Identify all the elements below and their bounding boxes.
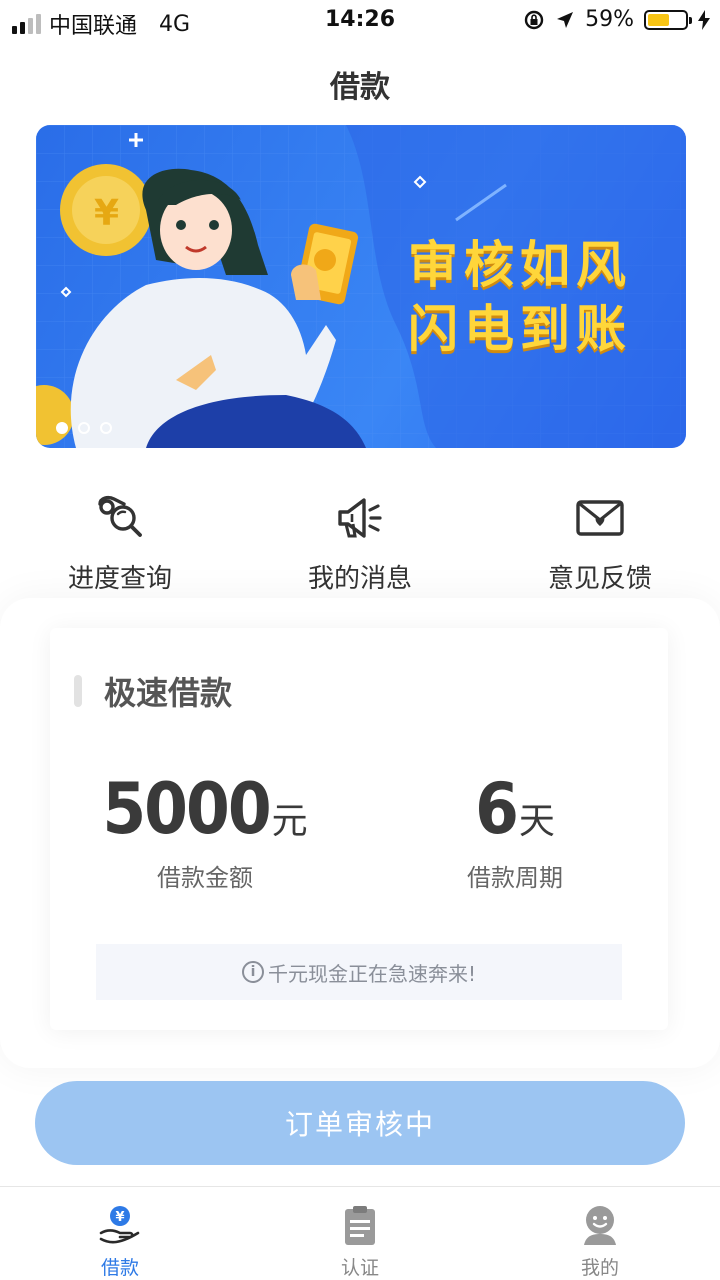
user-face-icon xyxy=(584,1206,616,1245)
loan-card-title: 极速借款 xyxy=(104,674,233,712)
megaphone-icon xyxy=(332,490,388,546)
loan-period: 6 天 借款周期 xyxy=(435,768,595,893)
location-arrow-icon xyxy=(557,11,574,28)
tab-mine[interactable]: 我的 xyxy=(480,1187,720,1280)
carousel-dots xyxy=(56,422,112,434)
order-review-button[interactable]: 订单审核中 xyxy=(35,1081,685,1165)
loan-period-unit: 天 xyxy=(518,801,555,842)
title-accent-bar xyxy=(74,675,82,707)
quick-action-label: 我的消息 xyxy=(307,564,412,594)
carousel-dot[interactable] xyxy=(78,422,90,434)
tab-verify[interactable]: 认证 xyxy=(240,1187,480,1280)
battery-icon xyxy=(644,9,692,30)
svg-text:¥: ¥ xyxy=(116,1210,125,1225)
tab-label: 我的 xyxy=(580,1257,619,1279)
banner-headline-line1: 审核如风 xyxy=(408,236,632,294)
charging-bolt-icon xyxy=(698,9,710,30)
loan-card: 极速借款 5000 元 借款金额 6 天 借款周期 i 千元现金正在急速奔来! xyxy=(50,628,668,1030)
tab-label: 借款 xyxy=(100,1257,139,1279)
rotation-lock-icon xyxy=(524,10,544,29)
quick-action-progress[interactable]: 进度查询 xyxy=(0,490,240,595)
battery-percent: 59% xyxy=(585,7,634,32)
clipboard-icon xyxy=(345,1206,375,1245)
loan-notice: i 千元现金正在急速奔来! xyxy=(96,944,622,1000)
loan-amount: 5000 元 借款金额 xyxy=(102,768,307,893)
hand-coin-icon: ¥ xyxy=(99,1206,140,1244)
banner-headline: 审核如风 闪电到账 xyxy=(408,233,668,361)
loan-amount-value: 5000 xyxy=(102,768,271,850)
status-right: 59% xyxy=(523,7,710,32)
quick-action-label: 进度查询 xyxy=(67,564,172,594)
loan-card-header: 极速借款 xyxy=(74,668,232,714)
quick-actions: 进度查询 我的消息 意见反馈 xyxy=(0,490,720,595)
loan-period-label: 借款周期 xyxy=(467,864,563,892)
tab-bar: ¥ 借款 认证 我的 xyxy=(0,1186,720,1280)
envelope-heart-icon xyxy=(572,490,628,546)
loan-period-value: 6 xyxy=(475,768,519,850)
carousel-dot[interactable] xyxy=(100,422,112,434)
carousel-dot[interactable] xyxy=(56,422,68,434)
tab-label: 认证 xyxy=(340,1257,379,1279)
tab-loan[interactable]: ¥ 借款 xyxy=(0,1187,240,1280)
loan-amount-unit: 元 xyxy=(271,801,308,842)
quick-action-label: 意见反馈 xyxy=(547,564,652,594)
page-title: 借款 xyxy=(330,70,390,105)
info-icon: i xyxy=(241,961,264,983)
loan-notice-text: 千元现金正在急速奔来! xyxy=(267,961,477,986)
status-bar: 中国联通 4G 14:26 59% xyxy=(0,0,720,40)
quick-action-messages[interactable]: 我的消息 xyxy=(240,490,480,595)
svg-text:¥: ¥ xyxy=(94,193,119,234)
promo-banner[interactable]: ¥ 审核如风 闪电到账 xyxy=(36,125,686,448)
banner-headline-line2: 闪电到账 xyxy=(408,300,632,358)
loan-amount-label: 借款金额 xyxy=(157,864,253,892)
quick-action-feedback[interactable]: 意见反馈 xyxy=(480,490,720,595)
progress-search-icon xyxy=(92,490,148,546)
